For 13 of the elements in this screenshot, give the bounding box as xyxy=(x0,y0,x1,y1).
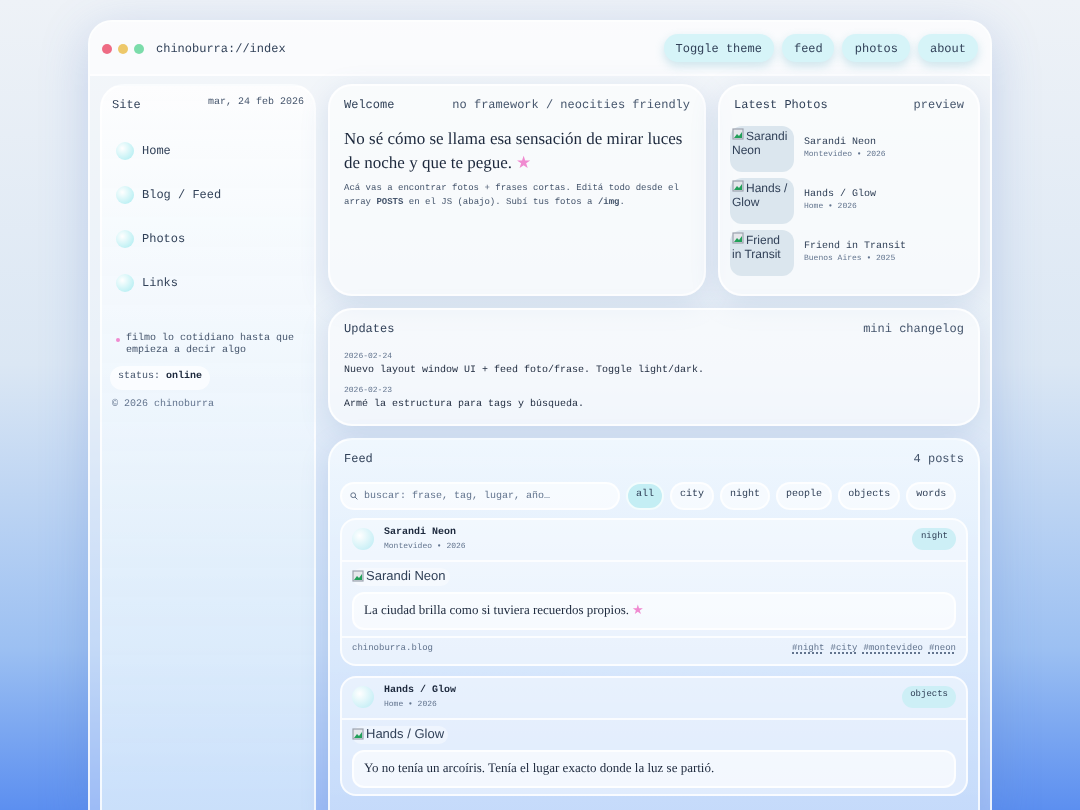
broken-image-icon xyxy=(732,180,744,192)
bubble-icon xyxy=(116,273,134,291)
broken-image-icon xyxy=(352,728,364,740)
search-icon xyxy=(350,492,358,500)
welcome-heading: No sé cómo se llama esa sensación de mirar luces de noche y que te pegue. ★ xyxy=(342,126,685,174)
broken-image-icon xyxy=(732,232,744,244)
bubble-icon xyxy=(116,141,134,159)
avatar xyxy=(352,686,374,709)
bubble-icon xyxy=(116,185,134,203)
avatar xyxy=(352,528,374,551)
bubble-icon xyxy=(116,229,134,247)
broken-image-icon xyxy=(732,128,744,140)
broken-image-icon xyxy=(352,570,364,582)
